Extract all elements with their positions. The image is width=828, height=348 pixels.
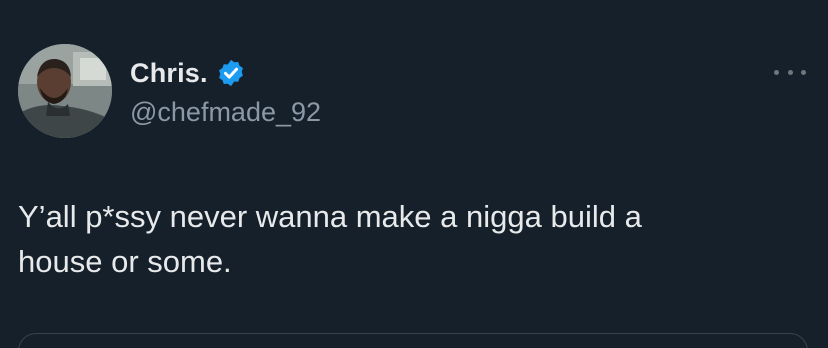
ellipsis-icon[interactable] xyxy=(774,60,806,84)
tweet-container: Chris. @chefmade_92 Y’all p*ssy never wa… xyxy=(0,0,828,348)
verified-badge-icon[interactable] xyxy=(216,58,246,88)
quoted-card-edge[interactable] xyxy=(18,333,808,348)
author-handle[interactable]: @chefmade_92 xyxy=(130,97,321,128)
dot xyxy=(787,69,793,75)
author-display-name[interactable]: Chris. xyxy=(130,58,208,89)
profile-photo xyxy=(18,44,112,138)
dot xyxy=(774,69,779,75)
avatar[interactable] xyxy=(18,44,112,138)
author-name-row: Chris. xyxy=(130,56,246,90)
tweet-text: Y’all p*ssy never wanna make a nigga bui… xyxy=(18,199,642,279)
dot xyxy=(801,69,806,75)
